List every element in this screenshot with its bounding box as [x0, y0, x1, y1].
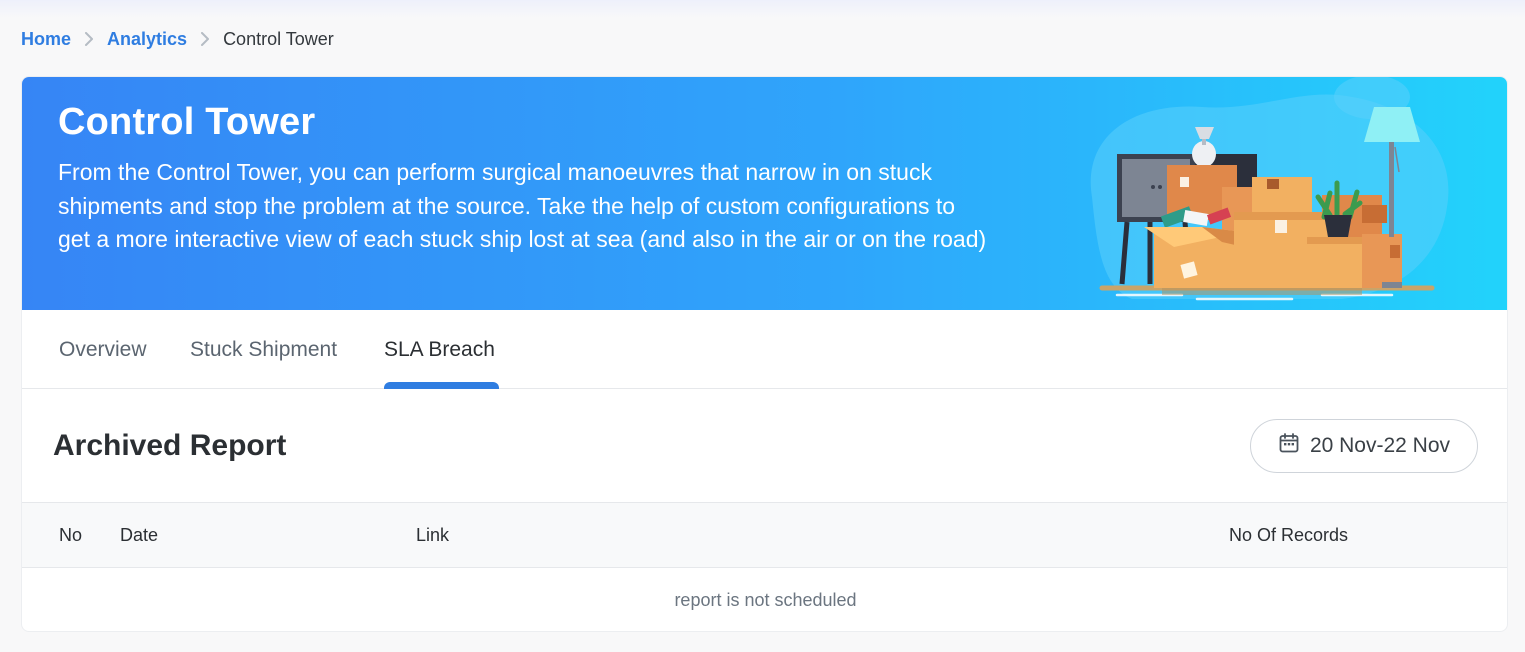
column-header-date: Date: [120, 525, 159, 545]
table-header: No Date Link No Of Records: [22, 503, 1507, 568]
tab-stuck-shipment[interactable]: Stuck Shipment: [190, 338, 337, 362]
chevron-right-icon: [71, 32, 107, 46]
empty-table-message: report is not scheduled: [674, 589, 857, 610]
top-shadow: [0, 0, 1525, 18]
tab-overview[interactable]: Overview: [59, 338, 147, 362]
breadcrumb-current: Control Tower: [223, 28, 334, 49]
chevron-right-icon: [187, 32, 223, 46]
tab-sla-breach[interactable]: SLA Breach: [384, 338, 495, 362]
column-header-no: No: [59, 525, 83, 545]
tab-bar: Overview Stuck Shipment SLA Breach: [22, 310, 1507, 389]
moving-boxes-illustration: [1090, 77, 1449, 301]
breadcrumb-home-link[interactable]: Home: [21, 29, 71, 50]
banner-title: Control Tower: [58, 101, 316, 143]
column-header-no-of-records: No Of Records: [1229, 525, 1349, 545]
hero-banner: Control Tower From the Control Tower, yo…: [22, 77, 1507, 310]
calendar-icon: [1278, 432, 1300, 460]
breadcrumb-analytics-link[interactable]: Analytics: [107, 29, 187, 50]
report-header: Archived Report 20 Nov-22 Nov: [22, 389, 1507, 503]
control-tower-card: Control Tower From the Control Tower, yo…: [21, 76, 1508, 632]
breadcrumb: Home Analytics Control Tower: [21, 27, 334, 51]
active-tab-indicator: [384, 382, 499, 389]
date-range-label: 20 Nov-22 Nov: [1309, 434, 1451, 457]
report-title: Archived Report: [53, 429, 287, 462]
column-header-link: Link: [416, 525, 450, 545]
date-range-picker-button[interactable]: 20 Nov-22 Nov: [1250, 419, 1478, 473]
banner-description: From the Control Tower, you can perform …: [58, 159, 987, 252]
